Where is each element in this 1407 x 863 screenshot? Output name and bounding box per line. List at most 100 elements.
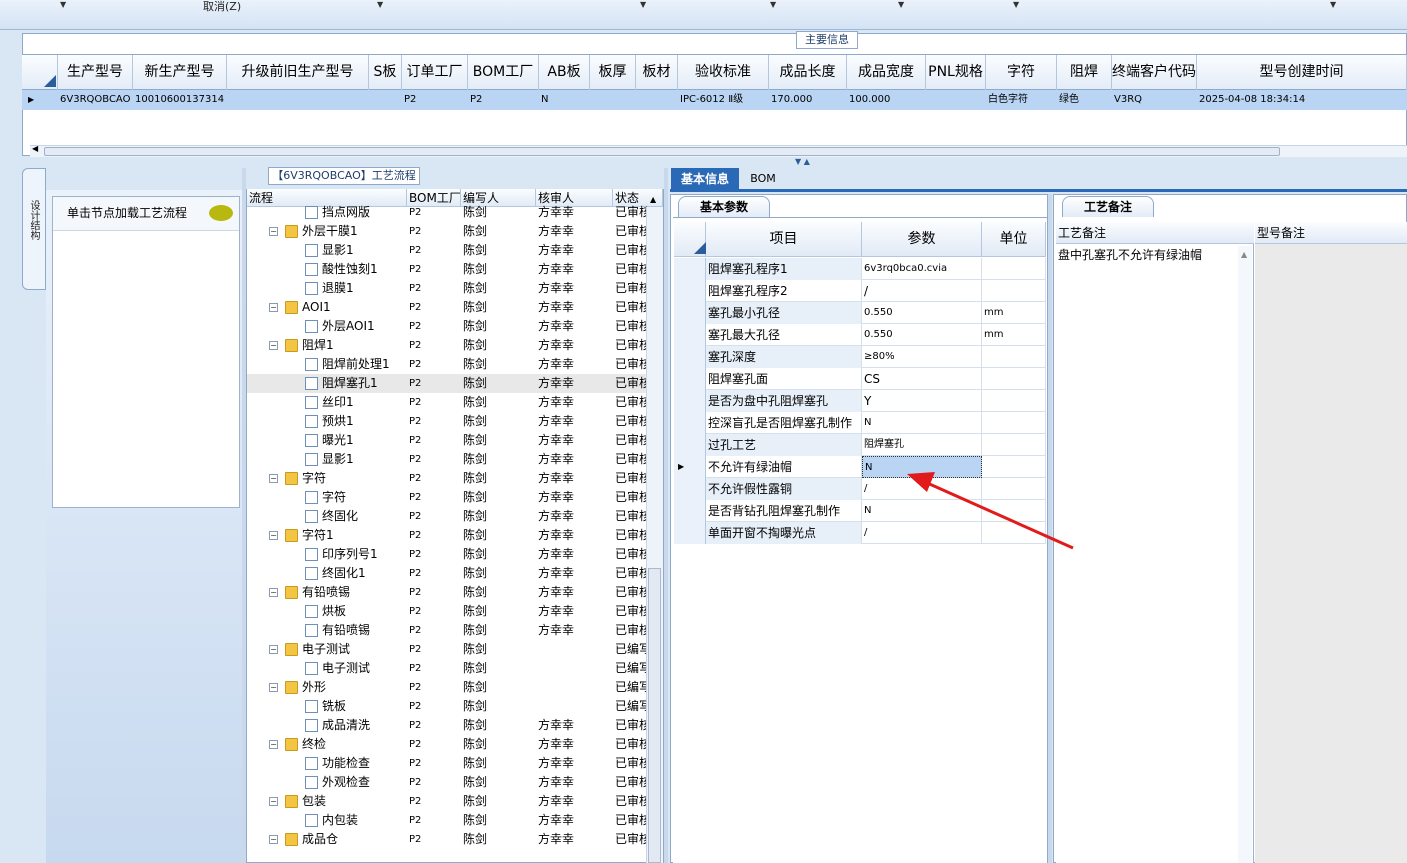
tree-row[interactable]: 终固化 P2 陈剑 方幸幸 已审核 — [247, 507, 647, 526]
scroll-up-icon[interactable]: ▲ — [650, 195, 656, 204]
column-header[interactable]: 生产型号 — [58, 55, 133, 90]
dropdown-arrow-icon[interactable]: ▼ — [770, 0, 776, 10]
column-header[interactable]: 新生产型号 — [133, 55, 227, 90]
param-cell-param[interactable]: CS — [862, 368, 982, 390]
horizontal-scroll-thumb[interactable] — [44, 147, 1280, 156]
collapse-icon[interactable]: − — [269, 740, 278, 749]
param-cell-param[interactable]: 0.550 — [862, 324, 982, 346]
tree-row[interactable]: 外层AOI1 P2 陈剑 方幸幸 已审核 — [247, 317, 647, 336]
column-header[interactable]: 订单工厂 — [402, 55, 468, 90]
tree-row[interactable]: − 电子测试 P2 陈剑 已编写 — [247, 640, 647, 659]
column-unit[interactable]: 单位 — [982, 222, 1046, 257]
row-indicator[interactable] — [674, 302, 706, 324]
dropdown-arrow-icon[interactable]: ▼ — [898, 0, 904, 10]
table-cell[interactable]: V3RQ — [1112, 90, 1197, 110]
row-indicator[interactable] — [674, 522, 706, 544]
table-cell[interactable] — [227, 90, 369, 110]
tree-row[interactable]: 功能检查 P2 陈剑 方幸幸 已审核 — [247, 754, 647, 773]
param-cell-param[interactable]: 阻焊塞孔 — [862, 434, 982, 456]
column-header[interactable]: 阻焊 — [1057, 55, 1112, 90]
param-row[interactable]: 塞孔最大孔径 0.550 mm — [674, 324, 1046, 346]
param-row[interactable]: 过孔工艺 阻焊塞孔 — [674, 434, 1046, 456]
tree-row[interactable]: 外观检查 P2 陈剑 方幸幸 已审核 — [247, 773, 647, 792]
tree-row[interactable]: 阻焊塞孔1 P2 陈剑 方幸幸 已审核 — [247, 374, 647, 393]
middle-splitter[interactable] — [664, 168, 668, 863]
tree-row[interactable]: 阻焊前处理1 P2 陈剑 方幸幸 已审核 — [247, 355, 647, 374]
column-header[interactable]: 字符 — [986, 55, 1057, 90]
row-indicator[interactable] — [674, 324, 706, 346]
collapse-icon[interactable]: − — [269, 683, 278, 692]
tree-row[interactable]: 酸性蚀刻1 P2 陈剑 方幸幸 已审核 — [247, 260, 647, 279]
param-row[interactable]: 塞孔最小孔径 0.550 mm — [674, 302, 1046, 324]
tree-row[interactable]: − 字符1 P2 陈剑 方幸幸 已审核 — [247, 526, 647, 545]
table-cell[interactable]: P2 — [468, 90, 539, 110]
table-cell[interactable]: IPC-6012 Ⅱ级 — [678, 90, 769, 110]
tree-row[interactable]: 电子测试 P2 陈剑 已编写 — [247, 659, 647, 678]
collapse-icon[interactable]: − — [269, 645, 278, 654]
main-info-row[interactable]: ▶ 6V3RQOBCAO 10010600137314 P2 P2 N IPC-6012 … — [22, 90, 1407, 110]
table-cell[interactable] — [590, 90, 636, 110]
tree-row[interactable]: − 外形 P2 陈剑 已编写 — [247, 678, 647, 697]
collapse-icon[interactable]: − — [269, 341, 278, 350]
tree-row[interactable]: 烘板 P2 陈剑 方幸幸 已审核 — [247, 602, 647, 621]
column-item[interactable]: 项目 — [706, 222, 862, 257]
remarks-scrollbar[interactable]: ▲ — [1238, 246, 1252, 863]
tree-row[interactable]: − 阻焊1 P2 陈剑 方幸幸 已审核 — [247, 336, 647, 355]
dropdown-arrow-icon[interactable]: ▼ — [1013, 0, 1019, 10]
row-indicator[interactable]: ▶ — [674, 456, 706, 478]
param-row[interactable]: 阻焊塞孔程序2/ — [674, 280, 1046, 302]
collapse-icon[interactable]: − — [269, 227, 278, 236]
column-header[interactable]: 板厚 — [590, 55, 636, 90]
collapse-icon[interactable]: − — [269, 797, 278, 806]
column-header[interactable]: S板 — [369, 55, 402, 90]
table-cell[interactable]: 170.000 — [769, 90, 847, 110]
param-row[interactable]: 控深盲孔是否阻焊塞孔制作 N — [674, 412, 1046, 434]
param-cell-param[interactable]: / — [862, 280, 982, 302]
table-cell[interactable] — [926, 90, 986, 110]
row-indicator[interactable] — [674, 434, 706, 456]
column-header[interactable]: 板材 — [636, 55, 678, 90]
cancel-button[interactable]: 取消(Z) — [203, 0, 241, 14]
param-cell-param[interactable]: 0.550 — [862, 302, 982, 324]
collapse-icon[interactable]: − — [269, 531, 278, 540]
tree-row[interactable]: 成品清洗 P2 陈剑 方幸幸 已审核 — [247, 716, 647, 735]
tree-row[interactable]: − 字符 P2 陈剑 方幸幸 已审核 — [247, 469, 647, 488]
row-indicator[interactable] — [674, 500, 706, 522]
table-cell[interactable] — [636, 90, 678, 110]
table-cell[interactable]: N — [539, 90, 590, 110]
table-cell[interactable] — [369, 90, 402, 110]
collapse-arrow-icon[interactable]: ▼ ▲ — [795, 157, 810, 166]
param-cell-param[interactable]: 6v3rq0bca0.cvia — [862, 258, 982, 280]
tree-row[interactable]: 终固化1 P2 陈剑 方幸幸 已审核 — [247, 564, 647, 583]
param-cell-param[interactable]: ≥80% — [862, 346, 982, 368]
tree-row[interactable]: − 终检 P2 陈剑 方幸幸 已审核 — [247, 735, 647, 754]
tree-row[interactable]: − AOI1 P2 陈剑 方幸幸 已审核 — [247, 298, 647, 317]
row-indicator[interactable] — [674, 390, 706, 412]
tree-row[interactable]: 显影1 P2 陈剑 方幸幸 已审核 — [247, 241, 647, 260]
table-cell[interactable]: 白色字符 — [986, 90, 1057, 110]
tab-bom[interactable]: BOM — [743, 168, 783, 190]
collapse-icon[interactable]: − — [269, 474, 278, 483]
column-header[interactable]: 型号创建时间 — [1197, 55, 1407, 90]
column-header[interactable]: 验收标准 — [678, 55, 769, 90]
dropdown-arrow-icon[interactable]: ▼ — [60, 0, 66, 10]
column-header[interactable]: 成品长度 — [769, 55, 847, 90]
dropdown-arrow-icon[interactable]: ▼ — [377, 0, 383, 10]
collapse-icon[interactable]: − — [269, 588, 278, 597]
collapse-icon[interactable]: − — [269, 835, 278, 844]
tree-row[interactable]: 丝印1 P2 陈剑 方幸幸 已审核 — [247, 393, 647, 412]
tree-row[interactable]: − 有铅喷锡 P2 陈剑 方幸幸 已审核 — [247, 583, 647, 602]
table-cell[interactable]: 绿色 — [1057, 90, 1112, 110]
dropdown-arrow-icon[interactable]: ▼ — [1330, 0, 1336, 10]
scroll-up-icon[interactable]: ▲ — [1241, 250, 1247, 259]
column-header[interactable]: PNL规格 — [926, 55, 986, 90]
tab-basic-info[interactable]: 基本信息 — [671, 168, 739, 190]
tree-row[interactable]: 印序列号1 P2 陈剑 方幸幸 已审核 — [247, 545, 647, 564]
table-cell[interactable]: 10010600137314 — [133, 90, 227, 110]
param-row[interactable]: 阻焊塞孔程序1 6v3rq0bca0.cvia — [674, 258, 1046, 280]
row-indicator[interactable] — [674, 280, 706, 302]
row-indicator[interactable] — [674, 478, 706, 500]
row-indicator[interactable] — [674, 258, 706, 280]
scroll-left-icon[interactable]: ◀ — [32, 144, 38, 153]
tree-row[interactable]: 曝光1 P2 陈剑 方幸幸 已审核 — [247, 431, 647, 450]
